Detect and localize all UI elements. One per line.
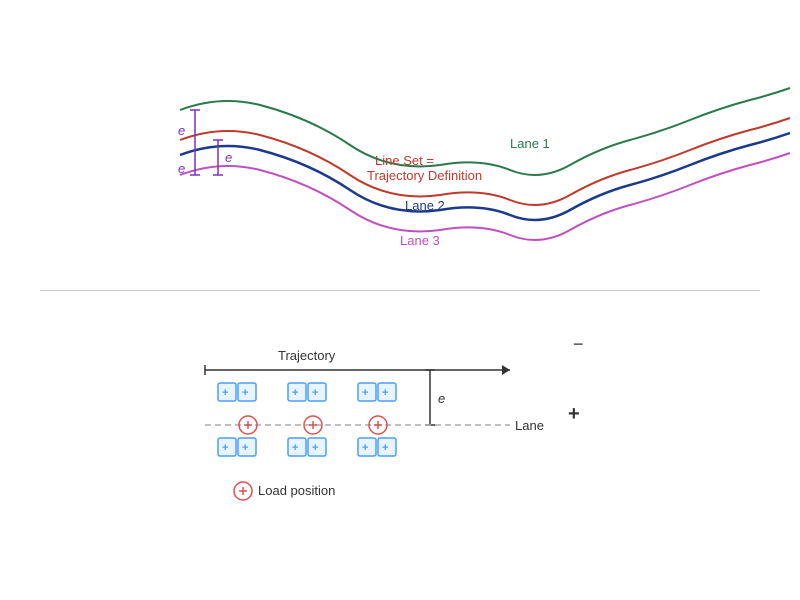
svg-text:+: +: [382, 387, 388, 399]
svg-text:Load position: Load position: [258, 483, 335, 498]
svg-text:+: +: [362, 442, 368, 454]
svg-text:e: e: [225, 150, 232, 165]
svg-text:+: +: [222, 387, 228, 399]
bottom-section: Trajectory e Lane + − + + + + + +: [0, 295, 800, 600]
top-diagram-svg: e e e Lane 1 Line Set = Trajectory Defin…: [0, 0, 800, 290]
svg-text:+: +: [292, 387, 298, 399]
svg-text:Trajectory: Trajectory: [278, 348, 336, 363]
svg-text:+: +: [292, 442, 298, 454]
section-divider: [40, 290, 760, 291]
svg-text:Lane 2: Lane 2: [405, 198, 445, 213]
svg-text:+: +: [362, 387, 368, 399]
svg-text:−: −: [573, 334, 584, 354]
svg-text:+: +: [312, 387, 318, 399]
svg-text:+: +: [382, 442, 388, 454]
svg-text:+: +: [568, 403, 580, 425]
svg-text:+: +: [242, 442, 248, 454]
svg-text:Trajectory Definition: Trajectory Definition: [367, 168, 482, 183]
svg-text:e: e: [178, 123, 185, 138]
svg-text:+: +: [242, 387, 248, 399]
top-section: e e e Lane 1 Line Set = Trajectory Defin…: [0, 0, 800, 290]
svg-text:Line Set =: Line Set =: [375, 153, 434, 168]
svg-text:e: e: [178, 161, 185, 176]
svg-text:e: e: [438, 391, 445, 406]
svg-text:+: +: [312, 442, 318, 454]
svg-text:Lane 3: Lane 3: [400, 233, 440, 248]
svg-text:Lane 1: Lane 1: [510, 136, 550, 151]
svg-text:+: +: [222, 442, 228, 454]
bottom-diagram-svg: Trajectory e Lane + − + + + + + +: [0, 295, 800, 600]
svg-text:Lane: Lane: [515, 418, 544, 433]
